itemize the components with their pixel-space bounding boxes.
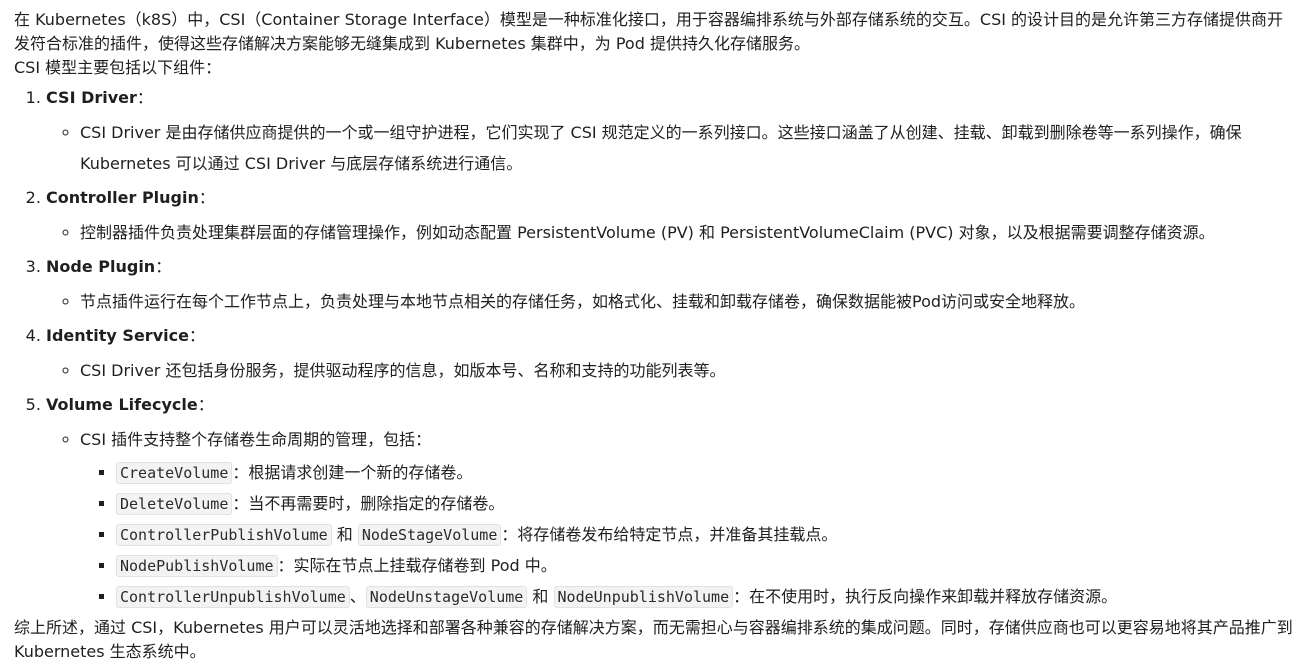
inline-code: ControllerUnpublishVolume (116, 586, 350, 608)
component-description: CSI 插件支持整个存储卷生命周期的管理，包括： CreateVolume：根据… (80, 424, 1296, 609)
operation-item: CreateVolume：根据请求创建一个新的存储卷。 (116, 461, 1296, 485)
inline-code: NodeUnpublishVolume (553, 586, 734, 608)
component-item: Identity Service： CSI Driver 还包括身份服务，提供驱… (46, 324, 1296, 386)
components-lead: CSI 模型主要包括以下组件： (14, 58, 222, 77)
component-item: CSI Driver： CSI Driver 是由存储供应商提供的一个或一组守护… (46, 86, 1296, 179)
component-title: CSI Driver (46, 88, 137, 107)
component-item: Volume Lifecycle： CSI 插件支持整个存储卷生命周期的管理，包… (46, 393, 1296, 609)
component-detail-list: CSI Driver 还包括身份服务，提供驱动程序的信息，如版本号、名称和支持的… (46, 355, 1296, 386)
operation-item: ControllerUnpublishVolume、NodeUnstageVol… (116, 585, 1296, 609)
component-detail-list: CSI Driver 是由存储供应商提供的一个或一组守护进程，它们实现了 CSI… (46, 117, 1296, 179)
component-description: CSI Driver 是由存储供应商提供的一个或一组守护进程，它们实现了 CSI… (80, 117, 1296, 179)
component-item: Node Plugin： 节点插件运行在每个工作节点上，负责处理与本地节点相关的… (46, 255, 1296, 317)
component-title: Identity Service (46, 326, 189, 345)
component-title: Volume Lifecycle (46, 395, 198, 414)
component-description: 节点插件运行在每个工作节点上，负责处理与本地节点相关的存储任务，如格式化、挂载和… (80, 286, 1296, 317)
operation-description: ：当不再需要时，删除指定的存储卷。 (232, 494, 505, 513)
component-detail-list: CSI 插件支持整个存储卷生命周期的管理，包括： CreateVolume：根据… (46, 424, 1296, 609)
inline-code: ControllerPublishVolume (116, 524, 332, 546)
component-description: 控制器插件负责处理集群层面的存储管理操作，例如动态配置 PersistentVo… (80, 217, 1296, 248)
title-colon: ： (155, 257, 172, 276)
lifecycle-lead: CSI 插件支持整个存储卷生命周期的管理，包括： (80, 430, 432, 449)
inline-code: DeleteVolume (116, 493, 233, 515)
component-detail-list: 控制器插件负责处理集群层面的存储管理操作，例如动态配置 PersistentVo… (46, 217, 1296, 248)
component-title: Node Plugin (46, 257, 156, 276)
component-item: Controller Plugin： 控制器插件负责处理集群层面的存储管理操作，… (46, 186, 1296, 248)
component-description: CSI Driver 还包括身份服务，提供驱动程序的信息，如版本号、名称和支持的… (80, 355, 1296, 386)
operation-description: ：根据请求创建一个新的存储卷。 (232, 463, 473, 482)
title-colon: ： (198, 188, 215, 207)
lifecycle-operations-list: CreateVolume：根据请求创建一个新的存储卷。 DeleteVolume… (80, 461, 1296, 609)
intro-paragraph: 在 Kubernetes（k8S）中，CSI（Container Storage… (14, 10, 1284, 53)
title-colon: ： (188, 326, 205, 345)
inline-code: CreateVolume (116, 462, 233, 484)
title-colon: ： (197, 395, 214, 414)
component-title: Controller Plugin (46, 188, 199, 207)
separator: 和 (331, 525, 358, 544)
inline-code: NodePublishVolume (116, 555, 278, 577)
operation-item: DeleteVolume：当不再需要时，删除指定的存储卷。 (116, 492, 1296, 516)
title-colon: ： (136, 88, 153, 107)
document-body: 在 Kubernetes（k8S）中，CSI（Container Storage… (0, 0, 1310, 664)
operation-description: ：将存储卷发布给特定节点，并准备其挂载点。 (501, 525, 838, 544)
operation-description: ：在不使用时，执行反向操作来卸载并释放存储资源。 (733, 587, 1118, 606)
component-detail-list: 节点插件运行在每个工作节点上，负责处理与本地节点相关的存储任务，如格式化、挂载和… (46, 286, 1296, 317)
operation-description: ：实际在节点上挂载存储卷到 Pod 中。 (277, 556, 557, 575)
operation-item: ControllerPublishVolume 和 NodeStageVolum… (116, 523, 1296, 547)
operation-item: NodePublishVolume：实际在节点上挂载存储卷到 Pod 中。 (116, 554, 1296, 578)
inline-code: NodeUnstageVolume (365, 586, 528, 608)
summary-paragraph: 综上所述，通过 CSI，Kubernetes 用户可以灵活地选择和部署各种兼容的… (14, 618, 1293, 661)
inline-code: NodeStageVolume (357, 524, 502, 546)
components-list: CSI Driver： CSI Driver 是由存储供应商提供的一个或一组守护… (14, 86, 1296, 609)
separator: 、 (349, 587, 366, 606)
separator: 和 (527, 587, 554, 606)
